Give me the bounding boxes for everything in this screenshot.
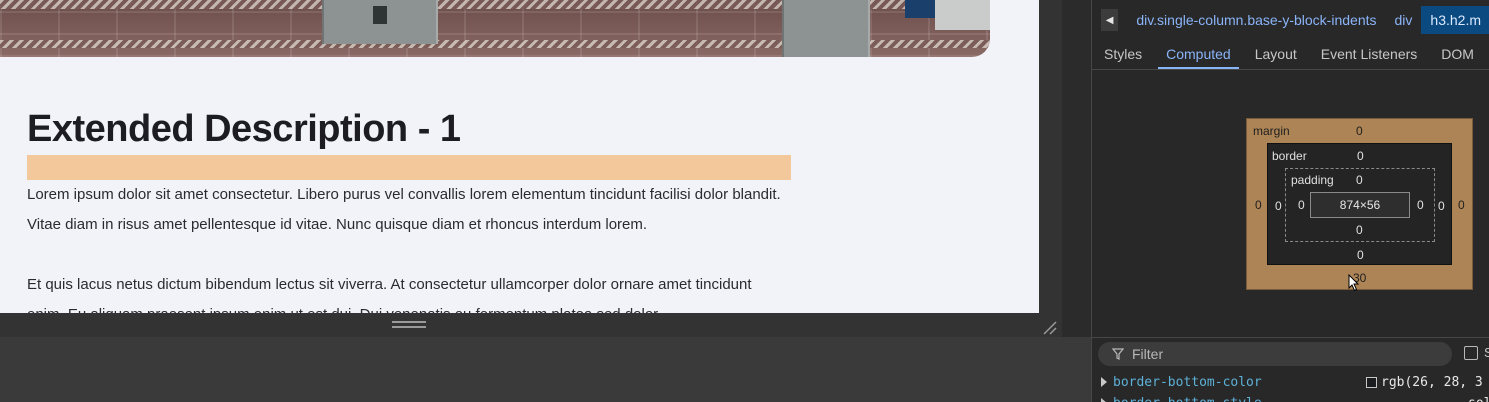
description-paragraph: Et quis lacus netus dictum bibendum lect… [27, 276, 752, 313]
border-left-value[interactable]: 0 [1275, 199, 1282, 213]
tab-computed[interactable]: Computed [1154, 38, 1243, 69]
filter-placeholder: Filter [1132, 346, 1164, 362]
margin-left-value[interactable]: 0 [1255, 198, 1262, 212]
border-right-value[interactable]: 0 [1438, 199, 1445, 213]
hero-background-detail [905, 0, 935, 18]
property-name: border-bottom-color [1113, 375, 1262, 390]
box-model-padding[interactable]: padding 0 0 0 0 874×56 [1285, 168, 1435, 242]
filter-input[interactable]: Filter [1098, 342, 1452, 366]
box-model-padding-label: padding [1291, 173, 1334, 187]
tab-dom[interactable]: DOM [1429, 38, 1486, 69]
margin-right-value[interactable]: 0 [1458, 198, 1465, 212]
element-margin-highlight [27, 155, 791, 180]
property-value: rgb(26, 28, 3 [1381, 375, 1483, 390]
color-swatch[interactable] [1366, 377, 1377, 388]
section-heading: Extended Description - 1 [27, 108, 461, 150]
show-all-checkbox[interactable] [1464, 346, 1478, 360]
breadcrumb-item-selected[interactable]: h3.h2.m [1421, 6, 1489, 34]
property-value: solid [1468, 396, 1489, 402]
hero-pillar [322, 0, 438, 44]
border-top-value[interactable]: 0 [1357, 149, 1364, 163]
expand-arrow-icon[interactable] [1101, 398, 1107, 402]
resize-drag-handle[interactable] [392, 321, 426, 328]
description-paragraph: Lorem ipsum dolor sit amet consectetur. … [27, 186, 781, 233]
hero-pillar-plate [373, 6, 387, 24]
mouse-pointer-icon [1348, 274, 1360, 292]
tab-styles[interactable]: Styles [1092, 38, 1154, 69]
viewport-resize-bar [0, 313, 1062, 337]
hero-background-detail [935, 0, 990, 30]
filter-icon [1112, 348, 1124, 360]
resize-corner-icon[interactable] [1041, 319, 1057, 335]
breadcrumb-item[interactable]: div [1386, 6, 1422, 34]
padding-bottom-value[interactable]: 0 [1356, 223, 1363, 237]
box-model-border-label: border [1272, 149, 1307, 163]
breadcrumb-item[interactable]: div.single-column.base-y-block-indents [1127, 6, 1385, 34]
property-name: border-bottom-style [1113, 396, 1262, 402]
page-viewport: Extended Description - 1 Lorem ipsum dol… [0, 0, 1039, 313]
tab-event-listeners[interactable]: Event Listeners [1309, 38, 1430, 69]
tab-layout[interactable]: Layout [1243, 38, 1309, 69]
devtools-tabs: Styles Computed Layout Event Listeners D… [1092, 38, 1489, 70]
breadcrumb: ◀ div.single-column.base-y-block-indents… [1092, 6, 1489, 34]
padding-right-value[interactable]: 0 [1417, 198, 1424, 212]
padding-left-value[interactable]: 0 [1298, 198, 1305, 212]
box-model-margin-label: margin [1253, 124, 1290, 138]
viewport-gutter [1039, 0, 1062, 313]
margin-top-value[interactable]: 0 [1356, 124, 1363, 138]
devtools-panel: ◀ div.single-column.base-y-block-indents… [1091, 0, 1489, 402]
empty-canvas-area [0, 337, 1091, 402]
border-bottom-value[interactable]: 0 [1357, 248, 1364, 262]
show-all-label: S [1484, 345, 1489, 360]
box-model-content-size[interactable]: 874×56 [1310, 192, 1410, 218]
hero-pillar [782, 0, 870, 57]
hero-image [0, 0, 990, 57]
divider [1092, 337, 1489, 338]
chevron-left-icon[interactable]: ◀ [1101, 9, 1119, 31]
padding-top-value[interactable]: 0 [1356, 173, 1363, 187]
box-model-margin[interactable]: margin 0 0 0 30 border 0 0 0 0 padding 0… [1246, 118, 1473, 290]
expand-arrow-icon[interactable] [1101, 377, 1107, 387]
browser-window: Extended Description - 1 Lorem ipsum dol… [0, 0, 1489, 402]
box-model-border[interactable]: border 0 0 0 0 padding 0 0 0 0 874×56 [1267, 143, 1452, 265]
computed-property-row[interactable]: border-bottom-style solid [1092, 393, 1489, 402]
computed-property-row[interactable]: border-bottom-color rgb(26, 28, 3 [1092, 372, 1489, 394]
